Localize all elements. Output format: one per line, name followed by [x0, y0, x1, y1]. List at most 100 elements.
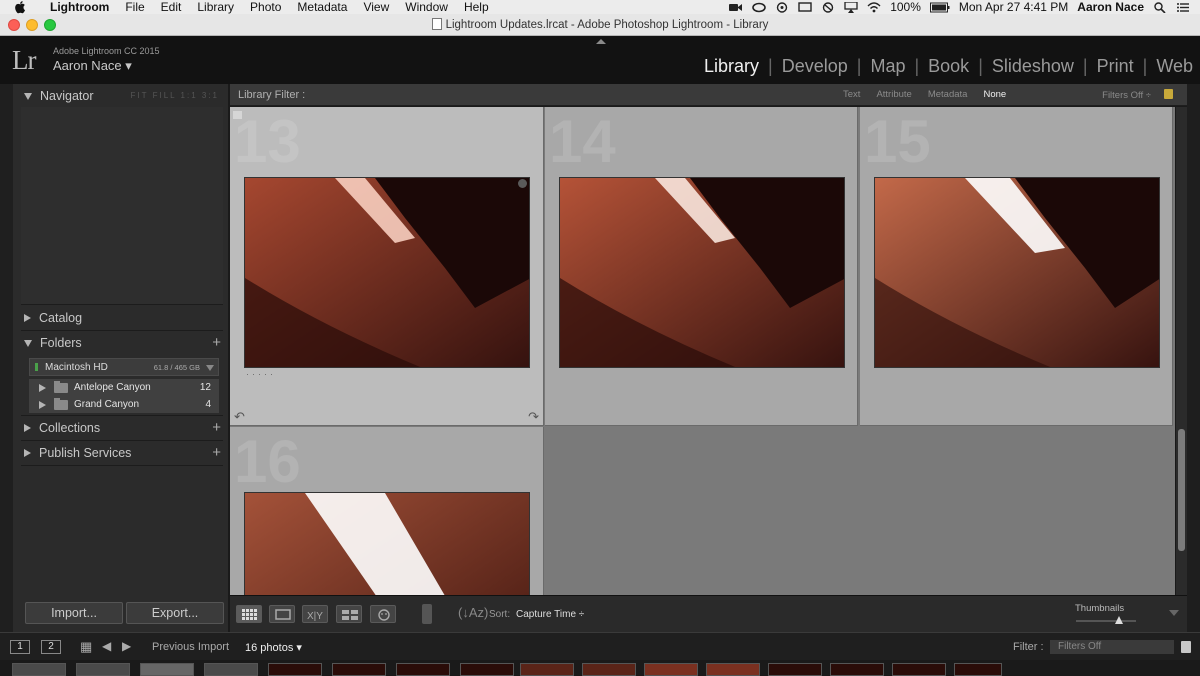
filter-tab-metadata[interactable]: Metadata [920, 89, 976, 100]
module-slideshow[interactable]: Slideshow [992, 56, 1074, 77]
flag-icon[interactable] [233, 111, 242, 119]
user-menu[interactable]: Aaron Nace [1077, 0, 1144, 14]
module-map[interactable]: Map [870, 56, 905, 77]
facetime-icon[interactable] [729, 2, 743, 13]
rating-stars[interactable]: ····· [246, 369, 276, 379]
clock[interactable]: Mon Apr 27 4:41 PM [959, 0, 1068, 14]
photo-thumbnail[interactable] [244, 177, 530, 368]
filmstrip-thumbnail[interactable] [582, 663, 636, 676]
toolbar-menu-icon[interactable] [1169, 610, 1179, 616]
photo-thumbnail[interactable] [874, 177, 1160, 368]
sort-direction-icon[interactable]: (↓Az) [458, 605, 488, 620]
folder-grand-canyon[interactable]: Grand Canyon 4 [29, 396, 219, 413]
filmstrip-thumbnail[interactable] [76, 663, 130, 676]
menu-photo[interactable]: Photo [242, 0, 289, 14]
expand-icon[interactable] [39, 383, 46, 392]
import-button[interactable]: Import... [25, 602, 123, 624]
module-library[interactable]: Library [704, 56, 759, 77]
filmstrip-thumbnail[interactable] [520, 663, 574, 676]
creative-cloud-icon[interactable] [752, 2, 766, 13]
compare-view-button[interactable]: X|Y [302, 605, 328, 623]
forward-icon[interactable]: ▶ [122, 639, 131, 653]
add-collection-icon[interactable]: + [212, 419, 221, 436]
rotate-left-icon[interactable]: ↶ [234, 409, 245, 425]
lock-icon[interactable] [1164, 89, 1173, 99]
grid-view-button[interactable] [236, 605, 262, 623]
filmstrip-thumbnail[interactable] [830, 663, 884, 676]
grid-cell[interactable]: 14 [545, 107, 858, 426]
metadata-badge-icon[interactable] [518, 179, 527, 188]
expand-icon[interactable] [39, 400, 46, 409]
painter-icon[interactable] [422, 604, 432, 624]
grid-cell[interactable]: 13 ····· ↶ ↷ [230, 107, 544, 426]
navigator-preview[interactable] [21, 107, 223, 305]
folders-header[interactable]: Folders + [21, 331, 223, 355]
volume-macintosh-hd[interactable]: Macintosh HD 61.8 / 465 GB [29, 358, 219, 376]
right-panel-toggle[interactable] [1187, 84, 1200, 632]
identity-user[interactable]: Aaron Nace ▾ [53, 58, 132, 74]
menu-file[interactable]: File [117, 0, 152, 14]
menu-help[interactable]: Help [456, 0, 497, 14]
apple-icon[interactable] [14, 0, 28, 14]
grid-scrollbar[interactable] [1176, 107, 1187, 595]
module-print[interactable]: Print [1097, 56, 1134, 77]
filter-presets[interactable]: Filters Off ÷ [1102, 90, 1151, 101]
module-develop[interactable]: Develop [782, 56, 848, 77]
filmstrip-thumbnail[interactable] [204, 663, 258, 676]
filmstrip-lock-icon[interactable] [1181, 641, 1191, 653]
rotate-right-icon[interactable]: ↷ [528, 409, 539, 425]
slider-knob[interactable] [1115, 616, 1124, 624]
filmstrip-thumbnail[interactable] [12, 663, 66, 676]
grid-icon[interactable]: ▦ [80, 639, 92, 655]
spotlight-icon[interactable] [1153, 1, 1167, 14]
filter-tab-none[interactable]: None [975, 89, 1014, 100]
filmstrip-filter-select[interactable]: Filters Off [1050, 640, 1174, 654]
module-web[interactable]: Web [1156, 56, 1193, 77]
primary-display-button[interactable]: 1 [10, 640, 30, 654]
sort-select[interactable]: Capture Time ÷ [516, 609, 584, 620]
filmstrip-thumbnail[interactable] [644, 663, 698, 676]
menu-view[interactable]: View [355, 0, 397, 14]
survey-view-button[interactable] [336, 605, 362, 623]
publish-services-header[interactable]: Publish Services + [21, 441, 223, 465]
folder-antelope-canyon[interactable]: Antelope Canyon 12 [29, 379, 219, 396]
menu-lightroom[interactable]: Lightroom [42, 0, 117, 14]
module-book[interactable]: Book [928, 56, 969, 77]
filmstrip-thumbnail[interactable] [268, 663, 322, 676]
filter-tab-attribute[interactable]: Attribute [868, 89, 919, 100]
top-panel-toggle-icon[interactable] [596, 39, 606, 44]
export-button[interactable]: Export... [126, 602, 224, 624]
navigator-header[interactable]: Navigator FIT FILL 1:1 3:1 [21, 84, 223, 108]
thumbnail-size-slider[interactable] [1076, 616, 1136, 624]
filmstrip-source[interactable]: Previous Import [152, 641, 229, 653]
scrollbar-thumb[interactable] [1178, 429, 1185, 551]
wifi-icon[interactable] [867, 1, 881, 13]
battery-icon[interactable] [929, 2, 950, 13]
filmstrip-thumbnail[interactable] [768, 663, 822, 676]
filmstrip-thumbnail[interactable] [892, 663, 946, 676]
donotdisturb-icon[interactable] [821, 1, 835, 13]
filmstrip-thumbnail[interactable] [396, 663, 450, 676]
sync-icon[interactable] [775, 1, 789, 13]
photo-thumbnail[interactable] [559, 177, 845, 368]
filmstrip-thumbnail[interactable] [706, 663, 760, 676]
back-icon[interactable]: ◀ [102, 639, 111, 653]
navigator-zoom-options[interactable]: FIT FILL 1:1 3:1 [131, 91, 219, 100]
loupe-view-button[interactable] [269, 605, 295, 623]
screen-icon[interactable] [798, 1, 812, 13]
add-folder-icon[interactable]: + [212, 334, 221, 351]
menu-library[interactable]: Library [189, 0, 242, 14]
filter-tab-text[interactable]: Text [835, 89, 868, 100]
add-publish-service-icon[interactable]: + [212, 444, 221, 461]
filmstrip-thumbnail[interactable] [332, 663, 386, 676]
photo-count[interactable]: 16 photos ▾ [245, 641, 302, 654]
filmstrip-thumbnail[interactable] [140, 663, 194, 676]
secondary-display-button[interactable]: 2 [41, 640, 61, 654]
menu-window[interactable]: Window [397, 0, 456, 14]
collections-header[interactable]: Collections + [21, 416, 223, 440]
airplay-icon[interactable] [844, 0, 858, 13]
grid-cell[interactable]: 16 [230, 427, 544, 595]
photo-thumbnail[interactable] [244, 492, 530, 595]
menu-metadata[interactable]: Metadata [289, 0, 355, 14]
people-view-button[interactable] [370, 605, 396, 623]
